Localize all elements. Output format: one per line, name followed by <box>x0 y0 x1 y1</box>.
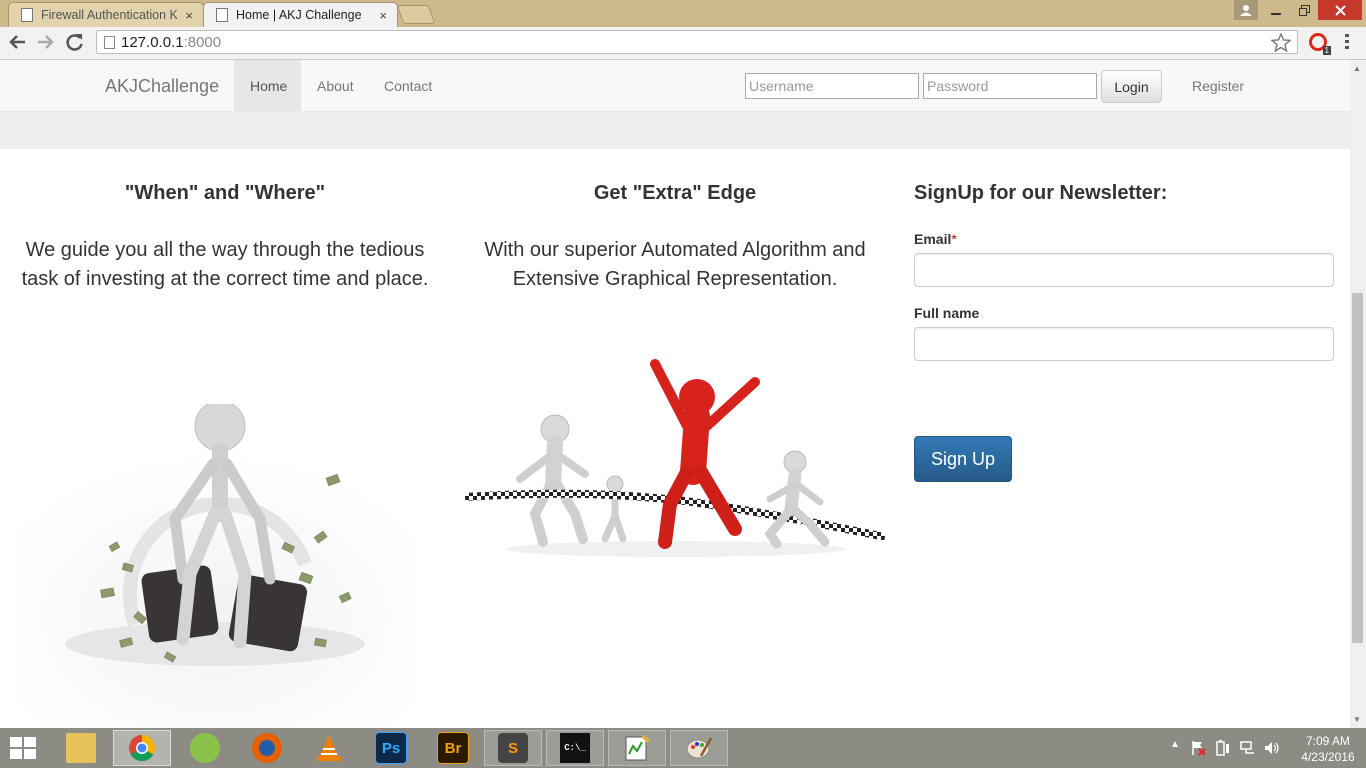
clock-time: 7:09 AM <box>1305 734 1351 748</box>
tab-title: Home | AKJ Challenge <box>236 8 362 22</box>
battery-icon[interactable] <box>1214 739 1230 757</box>
windows-start-icon[interactable] <box>10 737 38 761</box>
action-center-flag-icon[interactable] <box>1190 740 1206 756</box>
tab-strip: Firewall Authentication Ke × Home | AKJ … <box>0 0 1366 27</box>
photoshop-icon: Ps <box>375 732 407 764</box>
page-icon <box>21 8 33 22</box>
fullname-label: Full name <box>914 305 980 321</box>
feature-text: With our superior Automated Algorithm an… <box>484 239 866 290</box>
chrome-icon <box>129 735 156 762</box>
scroll-down-icon[interactable]: ▼ <box>1353 715 1361 724</box>
taskbar-notepad[interactable] <box>608 730 666 766</box>
taskbar-paint[interactable] <box>670 730 728 766</box>
fullname-field[interactable] <box>914 327 1334 361</box>
taskbar-firefox[interactable] <box>238 730 296 766</box>
reload-icon[interactable] <box>66 33 84 51</box>
race-finish-illustration <box>465 359 885 557</box>
menu-icon[interactable] <box>1340 33 1354 49</box>
username-input[interactable] <box>745 73 919 99</box>
firefox-icon <box>252 733 282 763</box>
file-explorer-icon <box>66 733 96 763</box>
close-window-icon[interactable] <box>1318 0 1362 20</box>
site-navbar: AKJChallenge Home About Contact Login Re… <box>0 60 1350 112</box>
register-link[interactable]: Register <box>1192 78 1244 94</box>
browser-toolbar: 127.0.0.1:8000 <box>0 27 1366 60</box>
taskbar-file-explorer[interactable] <box>52 730 110 766</box>
close-tab-icon[interactable]: × <box>379 8 387 23</box>
brand-logo[interactable]: AKJChallenge <box>105 76 219 97</box>
taskbar-vlc[interactable] <box>300 730 358 766</box>
system-clock[interactable]: 7:09 AM 4/23/2016 <box>1296 733 1360 765</box>
login-button[interactable]: Login <box>1101 70 1162 103</box>
scroll-thumb[interactable] <box>1352 293 1363 643</box>
bookmark-star-icon[interactable] <box>1271 33 1291 52</box>
volume-icon[interactable] <box>1264 740 1280 756</box>
windows-taskbar: Ps Br S C:\_ ▲ <box>0 728 1366 768</box>
paint-icon <box>686 737 713 759</box>
newsletter-signup: SignUp for our Newsletter: Email* Full n… <box>914 149 1334 482</box>
bridge-icon: Br <box>437 732 469 764</box>
newsletter-heading: SignUp for our Newsletter: <box>914 182 1168 204</box>
taskbar-chrome[interactable] <box>113 730 171 766</box>
page-info-icon[interactable] <box>104 36 115 49</box>
page-scrollbar[interactable]: ▲ ▼ <box>1350 60 1366 728</box>
network-icon[interactable] <box>1240 740 1256 756</box>
email-label: Email* <box>914 231 957 247</box>
taskbar-bridge[interactable]: Br <box>424 730 482 766</box>
tray-expand-icon[interactable]: ▲ <box>1170 739 1180 750</box>
nav-home[interactable]: Home <box>234 60 301 111</box>
page-icon <box>216 8 228 22</box>
nav-about[interactable]: About <box>301 60 370 111</box>
web-page: AKJChallenge Home About Contact Login Re… <box>0 60 1350 728</box>
feature-heading: Get "Extra" Edge <box>593 182 757 204</box>
command-prompt-icon: C:\_ <box>559 732 591 764</box>
url-port: :8000 <box>183 33 222 51</box>
scroll-up-icon[interactable]: ▲ <box>1353 64 1361 73</box>
address-bar[interactable]: 127.0.0.1:8000 <box>96 30 1298 54</box>
feature-extra-edge: Get "Extra" Edge With our superior Autom… <box>465 149 885 557</box>
feature-text: We guide you all the way through the ted… <box>21 239 429 290</box>
tab-home-akj[interactable]: Home | AKJ Challenge × <box>203 2 398 27</box>
taskbar-sublime-text[interactable]: S <box>484 730 542 766</box>
tab-firewall-auth[interactable]: Firewall Authentication Ke × <box>8 2 204 27</box>
restore-icon[interactable] <box>1290 0 1318 20</box>
back-icon[interactable] <box>8 34 26 50</box>
email-label-text: Email <box>914 231 952 247</box>
tab-title: Firewall Authentication Ke <box>41 8 178 22</box>
required-mark: * <box>951 231 957 247</box>
taskbar-android-studio[interactable] <box>176 730 234 766</box>
new-tab-button[interactable] <box>396 5 436 24</box>
jumbotron-band <box>0 112 1350 149</box>
email-field[interactable] <box>914 253 1334 287</box>
minimize-icon[interactable] <box>1262 0 1290 20</box>
signup-button[interactable]: Sign Up <box>914 436 1012 482</box>
url-host: 127.0.0.1 <box>121 33 184 51</box>
user-profile-icon[interactable] <box>1234 0 1258 20</box>
sublime-text-icon: S <box>498 733 528 763</box>
vlc-icon <box>317 735 341 761</box>
taskbar-photoshop[interactable]: Ps <box>362 730 420 766</box>
password-input[interactable] <box>923 73 1097 99</box>
opera-extension-icon[interactable]: 1 <box>1309 33 1331 55</box>
extension-badge: 1 <box>1322 46 1331 55</box>
forward-icon[interactable] <box>37 34 55 50</box>
android-studio-icon <box>190 733 220 763</box>
investor-illustration <box>15 404 415 728</box>
nav-contact[interactable]: Contact <box>368 60 448 111</box>
feature-when-where: "When" and "Where" We guide you all the … <box>15 149 435 728</box>
clock-date: 4/23/2016 <box>1301 750 1355 764</box>
feature-heading: "When" and "Where" <box>124 182 326 204</box>
close-tab-icon[interactable]: × <box>185 8 193 23</box>
taskbar-command-prompt[interactable]: C:\_ <box>546 730 604 766</box>
notepad-icon <box>625 734 651 761</box>
